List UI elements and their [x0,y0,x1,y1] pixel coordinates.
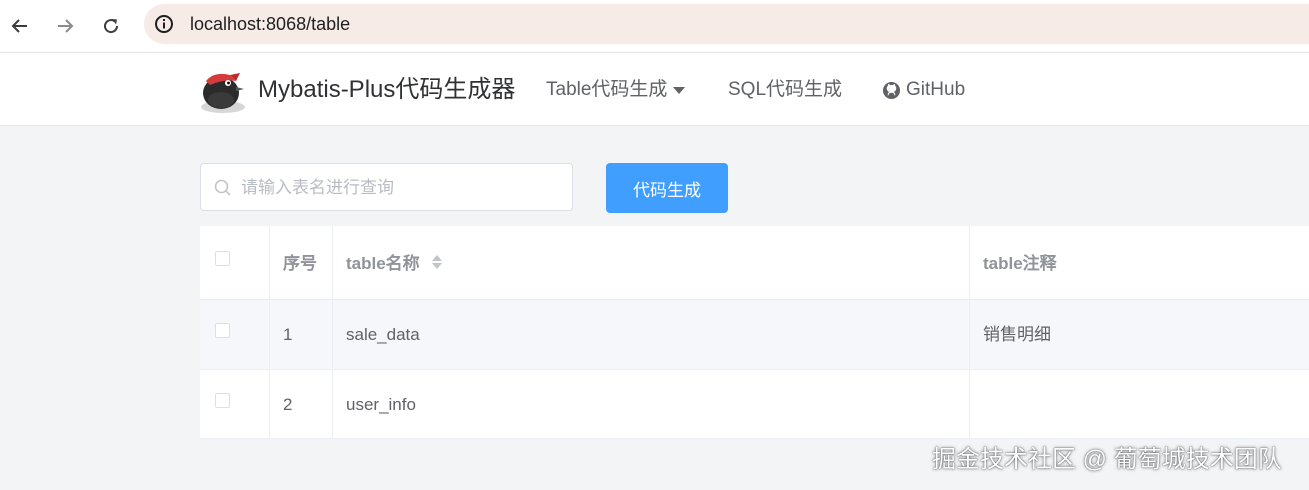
reload-button[interactable] [95,10,127,42]
header-select-cell [200,226,270,299]
row-table-name: sale_data [346,325,420,344]
column-header-comment: table注释 [983,254,1057,273]
table-row[interactable]: 1 sale_data 销售明细 [200,300,1309,370]
row-comment-cell: 销售明细 [970,300,1309,369]
search-input[interactable] [239,164,563,212]
arrow-right-icon [58,19,74,33]
forward-button[interactable] [49,10,81,42]
reload-icon [104,19,119,34]
github-icon [882,81,901,99]
row-name-cell: user_info [333,370,970,438]
select-all-checkbox[interactable] [215,251,230,266]
arrow-left-icon [11,19,27,33]
watermark-text: 掘金技术社区 @ 葡萄城技术团队 [932,446,1282,473]
menu-github[interactable]: GitHub [882,79,965,101]
row-index: 2 [283,395,293,414]
row-index: 1 [283,325,293,344]
menu-sql-gen-label: SQL代码生成 [728,79,843,100]
sort-icon[interactable] [431,252,443,272]
menu-github-label: GitHub [906,79,966,100]
mybatis-logo[interactable] [196,63,250,117]
row-name-cell: sale_data [333,300,970,369]
header-comment-cell: table注释 [970,226,1309,299]
caret-down-icon [673,86,686,94]
menu-table-gen[interactable]: Table代码生成 [546,79,686,101]
row-comment-cell [970,370,1309,438]
row-table-comment: 销售明细 [983,325,1051,344]
menu-sql-gen[interactable]: SQL代码生成 [728,79,842,101]
row-checkbox[interactable] [215,393,230,408]
browser-toolbar: localhost:8068/table [0,0,1309,53]
search-icon [214,179,231,196]
table-list: 序号 table名称 table注释 1 sale_data 销售明细 2 us… [200,226,1309,439]
header-index-cell: 序号 [270,226,333,299]
row-select-cell [200,370,270,438]
menu-table-gen-label: Table代码生成 [546,79,668,100]
table-header-row: 序号 table名称 table注释 [200,226,1309,300]
info-icon[interactable] [154,14,174,34]
row-checkbox[interactable] [215,323,230,338]
app-header: Mybatis-Plus代码生成器 Table代码生成 SQL代码生成 GitH… [0,53,1309,126]
row-index-cell: 1 [270,300,333,369]
column-header-index: 序号 [283,254,317,273]
address-bar[interactable]: localhost:8068/table [144,4,1309,44]
table-search-field[interactable] [200,163,573,212]
back-button[interactable] [4,10,36,42]
row-index-cell: 2 [270,370,333,438]
address-url: localhost:8068/table [190,14,351,34]
column-header-name[interactable]: table名称 [346,254,420,274]
table-row[interactable]: 2 user_info [200,370,1309,439]
header-name-cell[interactable]: table名称 [333,226,970,299]
row-select-cell [200,300,270,369]
generate-code-button[interactable]: 代码生成 [606,163,728,213]
row-table-name: user_info [346,395,416,414]
app-title[interactable]: Mybatis-Plus代码生成器 [258,75,515,105]
